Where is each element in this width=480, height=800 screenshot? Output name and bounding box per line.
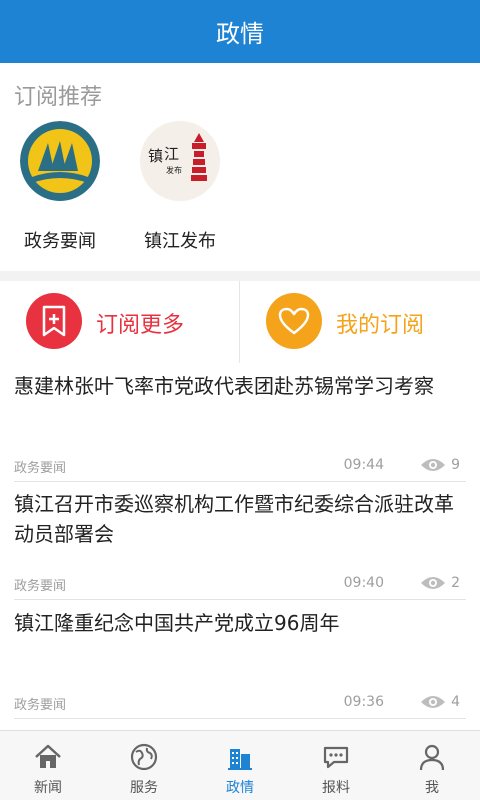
- zhenjiang-release-logo-icon: 镇 江 发布: [140, 121, 220, 201]
- news-category: 政务要闻: [14, 579, 67, 594]
- svg-text:发布: 发布: [166, 165, 182, 175]
- tab-politics[interactable]: 政情: [192, 731, 288, 800]
- globe-icon: [130, 743, 158, 771]
- news-views: 2: [451, 575, 460, 591]
- subscription-item-government-news[interactable]: 政务要闻: [0, 121, 120, 261]
- tab-label: 政情: [226, 780, 254, 796]
- my-subscriptions-label: 我的订阅: [336, 313, 425, 338]
- subscription-actions: 订阅更多 我的订阅: [0, 281, 480, 363]
- chat-icon: [323, 746, 349, 769]
- recommend-section: 订阅推荐 政务要闻 镇 江 发布 镇江发布: [0, 63, 480, 271]
- government-news-logo-icon: [20, 121, 100, 201]
- tab-label: 我: [425, 780, 439, 796]
- subscribe-more-label: 订阅更多: [96, 313, 185, 338]
- news-item[interactable]: 镇江隆重纪念中国共产党成立96周年 政务要闻 09:36 4: [0, 600, 480, 719]
- home-icon: [35, 744, 61, 768]
- heart-icon: [266, 293, 322, 349]
- eye-icon: [421, 459, 445, 471]
- news-title: 镇江隆重纪念中国共产党成立96周年: [14, 611, 340, 635]
- news-views: 4: [451, 694, 460, 710]
- buildings-icon: [228, 749, 252, 770]
- svg-text:镇: 镇: [148, 147, 163, 165]
- my-subscriptions-button[interactable]: 我的订阅: [240, 281, 480, 363]
- divider: [14, 718, 466, 719]
- tab-label: 新闻: [34, 780, 62, 796]
- bookmark-plus-icon: [26, 293, 82, 349]
- subscription-name: 政务要闻: [24, 231, 96, 252]
- eye-icon: [421, 577, 445, 589]
- news-time: 09:40: [343, 575, 384, 591]
- recommend-heading: 订阅推荐: [14, 85, 103, 110]
- tab-label: 报料: [322, 780, 350, 796]
- svg-text:江: 江: [164, 145, 179, 163]
- tab-me[interactable]: 我: [384, 731, 480, 800]
- top-bar: 政情: [0, 0, 480, 63]
- news-item[interactable]: 惠建林张叶飞率市党政代表团赴苏锡常学习考察 政务要闻 09:44 9: [0, 363, 480, 482]
- news-category: 政务要闻: [14, 461, 67, 476]
- subscribe-more-button[interactable]: 订阅更多: [0, 281, 240, 363]
- news-meta: 政务要闻 09:36 4: [14, 694, 466, 713]
- page-title: 政情: [216, 20, 264, 48]
- tab-news[interactable]: 新闻: [0, 731, 96, 800]
- news-list: 惠建林张叶飞率市党政代表团赴苏锡常学习考察 政务要闻 09:44 9 镇江召开市…: [0, 363, 480, 730]
- news-item[interactable]: 镇江召开市委巡察机构工作暨市纪委综合派驻改革动员部署会 政务要闻 09:40 2: [0, 481, 480, 600]
- news-title: 镇江召开市委巡察机构工作暨市纪委综合派驻改革动员部署会: [14, 492, 454, 546]
- person-icon: [419, 744, 445, 771]
- news-time: 09:36: [343, 694, 384, 710]
- tab-report[interactable]: 报料: [288, 731, 384, 800]
- news-time: 09:44: [343, 457, 384, 473]
- news-category: 政务要闻: [14, 698, 67, 713]
- news-title: 惠建林张叶飞率市党政代表团赴苏锡常学习考察: [14, 374, 434, 398]
- bottom-tab-bar: 新闻 服务 政情 报料 我: [0, 730, 480, 800]
- tab-services[interactable]: 服务: [96, 731, 192, 800]
- tab-label: 服务: [130, 780, 158, 796]
- eye-icon: [421, 696, 445, 708]
- news-meta: 政务要闻 09:40 2: [14, 575, 466, 594]
- news-views: 9: [451, 457, 460, 473]
- subscription-name: 镇江发布: [144, 231, 216, 252]
- news-meta: 政务要闻 09:44 9: [14, 457, 466, 476]
- subscription-item-zhenjiang-release[interactable]: 镇 江 发布 镇江发布: [120, 121, 240, 261]
